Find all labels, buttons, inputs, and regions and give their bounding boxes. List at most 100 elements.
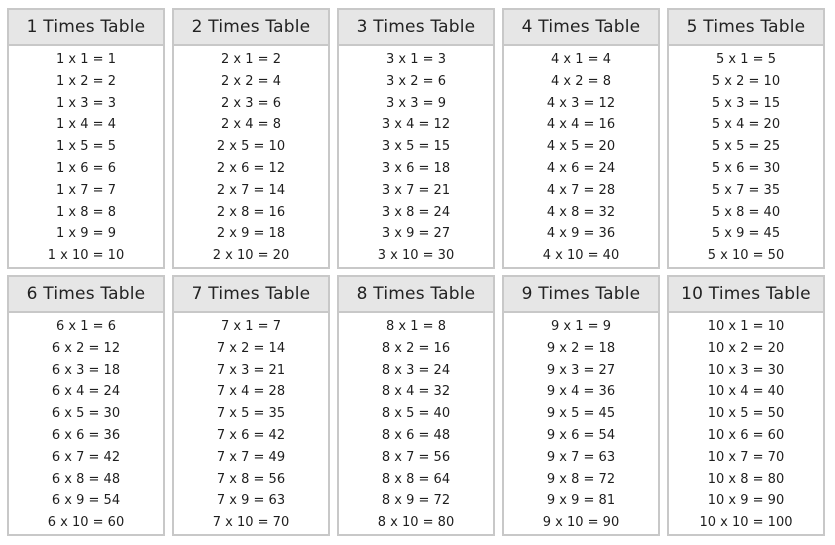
times-table-title: 2 Times Table bbox=[174, 10, 328, 47]
table-row: 3 x 5 = 15 bbox=[381, 139, 451, 155]
table-row: 8 x 6 = 48 bbox=[381, 428, 451, 444]
times-table-body: 3 x 1 = 3 3 x 2 = 6 3 x 3 = 9 3 x 4 = 12 3 x… bbox=[339, 46, 493, 267]
table-row: 7 x 9 = 63 bbox=[216, 493, 286, 509]
table-row: 5 x 6 = 30 bbox=[711, 161, 781, 177]
table-row: 10 x 8 = 80 bbox=[707, 471, 785, 487]
table-row: 8 x 4 = 32 bbox=[381, 384, 451, 400]
times-table-card-4: 4 Times Table 4 x 1 = 4 4 x 2 = 8 4 x 3 = … bbox=[502, 8, 660, 269]
table-row: 5 x 2 = 10 bbox=[711, 73, 781, 89]
table-row: 4 x 10 = 40 bbox=[542, 248, 620, 264]
table-row: 3 x 7 = 21 bbox=[381, 182, 451, 198]
table-row: 1 x 4 = 4 bbox=[56, 117, 116, 133]
table-row: 1 x 1 = 1 bbox=[56, 52, 116, 68]
table-row: 6 x 2 = 12 bbox=[51, 340, 121, 356]
times-table-body: 1 x 1 = 1 1 x 2 = 2 1 x 3 = 3 1 x 4 = 4 1 x … bbox=[9, 46, 163, 267]
table-row: 9 x 4 = 36 bbox=[546, 384, 616, 400]
table-row: 8 x 9 = 72 bbox=[381, 493, 451, 509]
times-table-card-3: 3 Times Table 3 x 1 = 3 3 x 2 = 6 3 x 3 = … bbox=[337, 8, 495, 269]
table-row: 2 x 1 = 2 bbox=[221, 52, 281, 68]
table-row: 10 x 3 = 30 bbox=[707, 362, 785, 378]
table-row: 3 x 3 = 9 bbox=[386, 95, 446, 111]
table-row: 3 x 4 = 12 bbox=[381, 117, 451, 133]
table-row: 10 x 5 = 50 bbox=[707, 406, 785, 422]
table-row: 4 x 5 = 20 bbox=[546, 139, 616, 155]
times-table-card-9: 9 Times Table 9 x 1 = 9 9 x 2 = 18 9 x 3 =… bbox=[502, 275, 660, 536]
table-row: 7 x 4 = 28 bbox=[216, 384, 286, 400]
table-row: 6 x 5 = 30 bbox=[51, 406, 121, 422]
table-row: 8 x 2 = 16 bbox=[381, 340, 451, 356]
table-row: 9 x 1 = 9 bbox=[551, 319, 611, 335]
table-row: 8 x 10 = 80 bbox=[377, 515, 455, 531]
table-row: 4 x 2 = 8 bbox=[551, 73, 611, 89]
table-row: 7 x 10 = 70 bbox=[212, 515, 290, 531]
table-row: 5 x 1 = 5 bbox=[716, 52, 776, 68]
table-row: 2 x 8 = 16 bbox=[216, 204, 286, 220]
table-row: 8 x 1 = 8 bbox=[386, 319, 446, 335]
table-row: 9 x 8 = 72 bbox=[546, 471, 616, 487]
table-row: 10 x 9 = 90 bbox=[707, 493, 785, 509]
table-row: 1 x 3 = 3 bbox=[56, 95, 116, 111]
table-row: 6 x 10 = 60 bbox=[47, 515, 125, 531]
table-row: 1 x 9 = 9 bbox=[56, 226, 116, 242]
table-row: 1 x 6 = 6 bbox=[56, 161, 116, 177]
times-table-title: 4 Times Table bbox=[504, 10, 658, 47]
table-row: 2 x 7 = 14 bbox=[216, 182, 286, 198]
table-row: 4 x 6 = 24 bbox=[546, 161, 616, 177]
table-row: 7 x 8 = 56 bbox=[216, 471, 286, 487]
table-row: 4 x 4 = 16 bbox=[546, 117, 616, 133]
table-row: 10 x 6 = 60 bbox=[707, 428, 785, 444]
times-table-card-2: 2 Times Table 2 x 1 = 2 2 x 2 = 4 2 x 3 = … bbox=[172, 8, 330, 269]
table-row: 7 x 2 = 14 bbox=[216, 340, 286, 356]
table-row: 2 x 5 = 10 bbox=[216, 139, 286, 155]
table-row: 4 x 8 = 32 bbox=[546, 204, 616, 220]
table-row: 8 x 3 = 24 bbox=[381, 362, 451, 378]
table-row: 6 x 9 = 54 bbox=[51, 493, 121, 509]
table-row: 10 x 1 = 10 bbox=[707, 319, 785, 335]
table-row: 9 x 5 = 45 bbox=[546, 406, 616, 422]
times-table-body: 6 x 1 = 6 6 x 2 = 12 6 x 3 = 18 6 x 4 = 24 6… bbox=[9, 313, 163, 534]
table-row: 9 x 7 = 63 bbox=[546, 449, 616, 465]
table-row: 7 x 7 = 49 bbox=[216, 449, 286, 465]
table-row: 6 x 7 = 42 bbox=[51, 449, 121, 465]
table-row: 9 x 6 = 54 bbox=[546, 428, 616, 444]
table-row: 7 x 6 = 42 bbox=[216, 428, 286, 444]
table-row: 10 x 7 = 70 bbox=[707, 449, 785, 465]
table-row: 5 x 5 = 25 bbox=[711, 139, 781, 155]
table-row: 2 x 6 = 12 bbox=[216, 161, 286, 177]
table-row: 3 x 10 = 30 bbox=[377, 248, 455, 264]
table-row: 6 x 6 = 36 bbox=[51, 428, 121, 444]
table-row: 5 x 9 = 45 bbox=[711, 226, 781, 242]
times-tables-grid: 1 Times Table 1 x 1 = 1 1 x 2 = 2 1 x 3 = … bbox=[7, 8, 828, 536]
table-row: 9 x 9 = 81 bbox=[546, 493, 616, 509]
times-table-body: 4 x 1 = 4 4 x 2 = 8 4 x 3 = 12 4 x 4 = 16 4 … bbox=[504, 46, 658, 267]
times-table-title: 1 Times Table bbox=[9, 10, 163, 47]
times-table-title: 7 Times Table bbox=[174, 277, 328, 314]
times-table-body: 7 x 1 = 7 7 x 2 = 14 7 x 3 = 21 7 x 4 = 28 7… bbox=[174, 313, 328, 534]
table-row: 3 x 6 = 18 bbox=[381, 161, 451, 177]
times-table-title: 3 Times Table bbox=[339, 10, 493, 47]
table-row: 9 x 10 = 90 bbox=[542, 515, 620, 531]
table-row: 5 x 8 = 40 bbox=[711, 204, 781, 220]
times-table-card-5: 5 Times Table 5 x 1 = 5 5 x 2 = 10 5 x 3 =… bbox=[667, 8, 825, 269]
times-table-body: 10 x 1 = 10 10 x 2 = 20 10 x 3 = 30 10 x 4 … bbox=[669, 313, 823, 534]
table-row: 2 x 2 = 4 bbox=[221, 73, 281, 89]
times-table-title: 10 Times Table bbox=[669, 277, 823, 314]
table-row: 10 x 4 = 40 bbox=[707, 384, 785, 400]
times-table-title: 8 Times Table bbox=[339, 277, 493, 314]
table-row: 4 x 9 = 36 bbox=[546, 226, 616, 242]
table-row: 1 x 8 = 8 bbox=[56, 204, 116, 220]
times-table-card-1: 1 Times Table 1 x 1 = 1 1 x 2 = 2 1 x 3 = … bbox=[7, 8, 165, 269]
table-row: 8 x 8 = 64 bbox=[381, 471, 451, 487]
table-row: 2 x 9 = 18 bbox=[216, 226, 286, 242]
table-row: 9 x 3 = 27 bbox=[546, 362, 616, 378]
times-table-card-6: 6 Times Table 6 x 1 = 6 6 x 2 = 12 6 x 3 =… bbox=[7, 275, 165, 536]
table-row: 5 x 4 = 20 bbox=[711, 117, 781, 133]
table-row: 8 x 7 = 56 bbox=[381, 449, 451, 465]
table-row: 5 x 3 = 15 bbox=[711, 95, 781, 111]
table-row: 1 x 5 = 5 bbox=[56, 139, 116, 155]
table-row: 4 x 1 = 4 bbox=[551, 52, 611, 68]
table-row: 10 x 2 = 20 bbox=[707, 340, 785, 356]
times-table-card-7: 7 Times Table 7 x 1 = 7 7 x 2 = 14 7 x 3 =… bbox=[172, 275, 330, 536]
times-table-body: 2 x 1 = 2 2 x 2 = 4 2 x 3 = 6 2 x 4 = 8 2 x … bbox=[174, 46, 328, 267]
table-row: 3 x 2 = 6 bbox=[386, 73, 446, 89]
